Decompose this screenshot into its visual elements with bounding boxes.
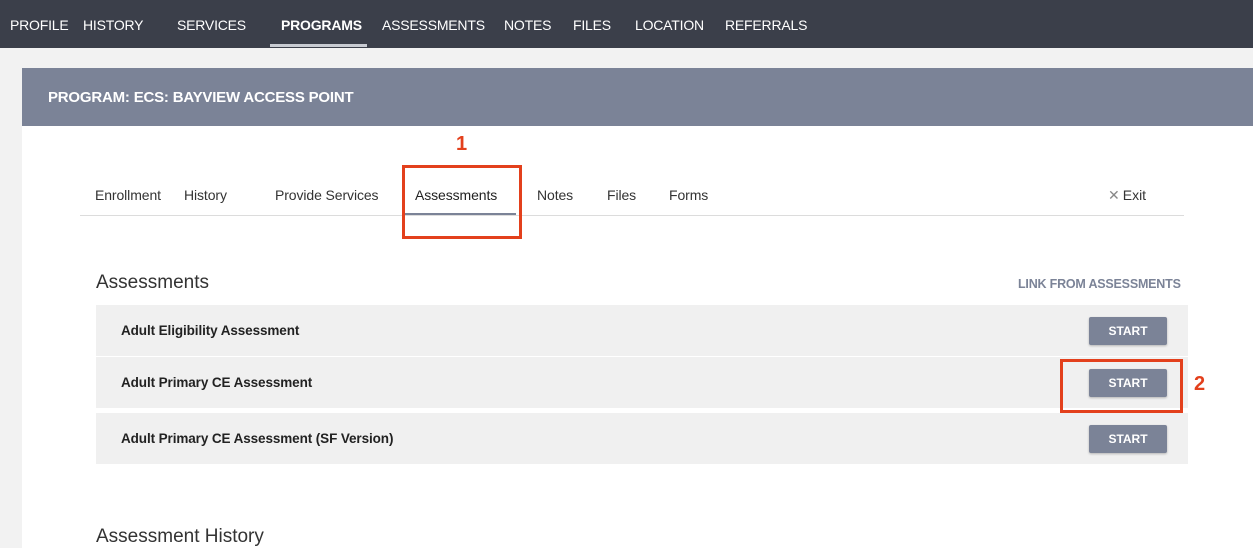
nav-assessments[interactable]: ASSESSMENTS bbox=[382, 17, 485, 33]
annotation-box-2 bbox=[1060, 359, 1183, 413]
nav-programs[interactable]: PROGRAMS bbox=[281, 17, 362, 33]
assessment-name: Adult Primary CE Assessment bbox=[121, 375, 313, 390]
link-from-assessments-link[interactable]: LINK FROM ASSESSMENTS bbox=[1018, 277, 1181, 291]
nav-notes[interactable]: NOTES bbox=[504, 17, 551, 33]
active-nav-underline bbox=[270, 44, 367, 47]
assessment-name: Adult Eligibility Assessment bbox=[121, 323, 300, 338]
program-header: PROGRAM: ECS: BAYVIEW ACCESS POINT bbox=[22, 68, 1253, 126]
annotation-box-1 bbox=[402, 165, 522, 239]
assessments-title: Assessments bbox=[96, 272, 209, 293]
tabs-divider bbox=[80, 215, 1184, 216]
tab-notes[interactable]: Notes bbox=[537, 187, 573, 203]
nav-profile[interactable]: PROFILE bbox=[10, 17, 69, 33]
nav-services[interactable]: SERVICES bbox=[177, 17, 246, 33]
nav-files[interactable]: FILES bbox=[573, 17, 611, 33]
assessment-row: Adult Eligibility Assessment START bbox=[96, 305, 1188, 356]
nav-history[interactable]: HISTORY bbox=[83, 17, 144, 33]
tab-enrollment[interactable]: Enrollment bbox=[95, 187, 161, 203]
assessment-history-title: Assessment History bbox=[96, 526, 264, 547]
tab-history[interactable]: History bbox=[184, 187, 227, 203]
nav-referrals[interactable]: REFERRALS bbox=[725, 17, 807, 33]
annotation-number-2: 2 bbox=[1194, 373, 1206, 395]
tab-provide-services[interactable]: Provide Services bbox=[275, 187, 379, 203]
exit-label: Exit bbox=[1122, 187, 1147, 203]
assessment-name: Adult Primary CE Assessment (SF Version) bbox=[121, 431, 394, 446]
assessment-row: Adult Primary CE Assessment (SF Version)… bbox=[96, 413, 1188, 464]
close-icon: ✕ bbox=[1108, 187, 1120, 203]
start-button[interactable]: START bbox=[1089, 317, 1167, 345]
tab-forms[interactable]: Forms bbox=[669, 187, 708, 203]
tab-files[interactable]: Files bbox=[607, 187, 636, 203]
exit-button[interactable]: ✕ Exit bbox=[1108, 187, 1146, 204]
start-button[interactable]: START bbox=[1089, 425, 1167, 453]
program-title: PROGRAM: ECS: BAYVIEW ACCESS POINT bbox=[48, 89, 354, 106]
top-navigation: PROFILE HISTORY SERVICES PROGRAMS ASSESS… bbox=[0, 0, 1253, 48]
annotation-number-1: 1 bbox=[456, 133, 468, 155]
nav-location[interactable]: LOCATION bbox=[635, 17, 704, 33]
assessment-row: Adult Primary CE Assessment START bbox=[96, 357, 1188, 408]
